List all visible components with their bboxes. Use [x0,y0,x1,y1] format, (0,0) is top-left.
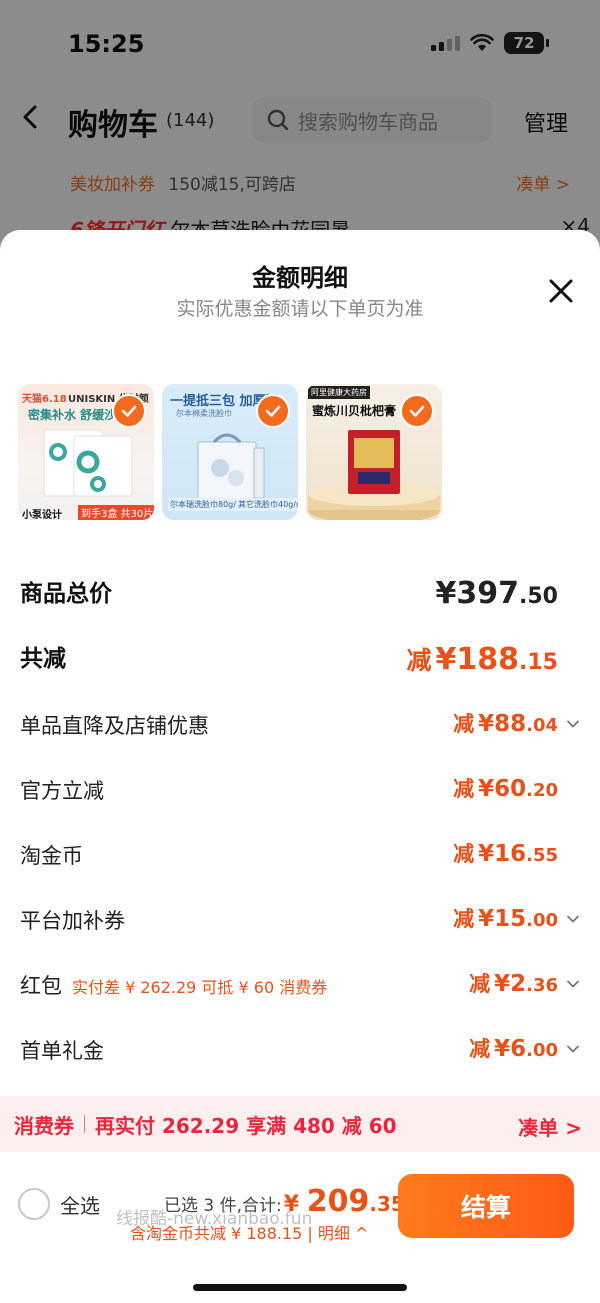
detail-label: 官方立减 [20,779,104,803]
total-price-value: ¥397.50 [436,576,558,611]
detail-cents: .00 [526,1040,558,1061]
detail-prefix: 减 [453,777,475,801]
detail-label: 红包 实付差 ¥ 262.29 可抵 ¥ 60 消费券 [20,970,327,1000]
total-symbol: ¥ [283,1192,300,1217]
detail-cents: .00 [526,910,558,931]
detail-value: 减 ¥16.55 [453,838,558,868]
detail-label: 平台加补券 [20,909,125,933]
detail-cents: .20 [526,780,558,801]
detail-value: 减 ¥2.36 [469,968,580,998]
thumb-text: 天猫6.18 [22,394,67,405]
product-thumbnail[interactable]: 阿里健康大药房 蜜炼川贝枇杷膏 [306,384,442,520]
voucher-text: 再实付 262.29 享满 480 减 60 [95,1113,397,1138]
close-icon [549,279,573,303]
selected-check-icon[interactable] [112,394,146,428]
home-indicator [193,1284,407,1291]
selected-check-icon[interactable] [256,394,290,428]
total-amount: ¥ 209.35 [284,1184,405,1219]
detail-prefix: 减 [453,907,475,931]
add-on-link[interactable]: 凑单 > [518,1112,582,1141]
sheet-subtitle: 实际优惠金额请以下单页为准 [176,298,424,320]
dim-overlay[interactable] [0,0,600,260]
product-image [197,433,265,500]
thumb-text: 尔本棉柔洗脸巾 [176,409,232,418]
thumb-text: 蜜炼川贝枇杷膏 [312,404,397,418]
detail-int: ¥2 [494,971,527,997]
detail-row-red-packet[interactable]: 红包 实付差 ¥ 262.29 可抵 ¥ 60 消费券 减 ¥2.36 [20,964,580,1004]
detail-prefix: 减 [453,712,475,736]
detail-int: ¥6 [494,1036,527,1062]
close-button[interactable] [546,276,576,306]
detail-value: 减 ¥6.00 [469,1033,580,1063]
selected-count: 已选 3 件, [164,1196,243,1216]
detail-int: ¥16 [478,841,527,867]
detail-int: ¥88 [478,711,527,737]
cart-page-background: 15:25 72 购物车 (144) 搜索购物车商品 管理 美妆加补券 150减… [0,0,600,260]
detail-row-single-discount[interactable]: 单品直降及店铺优惠 减 ¥88.04 [20,704,580,744]
detail-toggle[interactable]: 含淘金币共减 ¥ 188.15 | 明细 ^ [130,1220,368,1244]
select-all-radio[interactable] [18,1188,50,1220]
detail-cents: .04 [526,715,558,736]
discount-int: ¥188 [435,642,520,677]
select-all-label: 全选 [60,1193,100,1218]
thumb-text: 密集补水 舒缓沙 [28,408,117,422]
detail-label: 首单礼金 [20,1039,104,1063]
checkout-button[interactable]: 结算 [398,1174,574,1238]
thumb-badge: 到手3盒 共30片 [78,505,154,520]
red-packet-note: 实付差 ¥ 262.29 可抵 ¥ 60 消费券 [72,978,328,997]
chevron-down-icon [567,720,579,728]
select-all-toggle[interactable]: 全选 [18,1188,100,1220]
product-image [308,430,440,520]
voucher-bar[interactable]: 消费券 再实付 262.29 享满 480 减 60 凑单 > [0,1096,600,1152]
sheet-title: 金额明细 [252,264,348,292]
detail-row-platform-coupon[interactable]: 平台加补券 减 ¥15.00 [20,899,580,939]
checkout-bar: 全选 线报酷-new.xianbao.fun 已选 3 件, 合计: ¥ 209… [0,1154,600,1303]
total-price-int: ¥397 [435,576,520,611]
detail-cents: .55 [526,845,558,866]
detail-label: 单品直降及店铺优惠 [20,714,209,738]
thumb-footer: 小泵设计 [22,510,62,520]
total-discount-value: 减 ¥188.15 [407,641,559,677]
detail-prefix: 减 [453,842,475,866]
product-thumbnail[interactable]: 天猫6.18 UNISKIN 优时颜 密集补水 舒缓沙 小泵设计 到手3盒 共3… [18,384,154,520]
total-int: 209 [306,1184,370,1219]
chevron-down-icon [567,980,579,988]
chevron-down-icon [567,915,579,923]
amount-detail-sheet: 金额明细 实际优惠金额请以下单页为准 天猫6.18 UNISKIN 优时颜 密集… [0,230,600,1303]
detail-row-first-order-gift[interactable]: 首单礼金 减 ¥6.00 [20,1029,580,1069]
total-discount-row: 共减 减 ¥188.15 [20,637,580,677]
sum-line: 已选 3 件, 合计: ¥ 209.35 [164,1184,405,1219]
detail-value: 减 ¥60.20 [453,773,558,803]
detail-prefix: 减 [469,972,491,996]
detail-label: 淘金币 [20,844,83,868]
total-price-row: 商品总价 ¥397.50 [20,572,580,612]
product-thumbnails: 天猫6.18 UNISKIN 优时颜 密集补水 舒缓沙 小泵设计 到手3盒 共3… [18,384,442,520]
total-discount-label: 共减 [20,646,66,672]
product-image [43,429,133,497]
thumb-footer: 其它洗脸巾40g/m² [236,498,298,511]
divider [84,1115,85,1133]
detail-row-taojinbi: 淘金币 减 ¥16.55 [20,834,580,874]
selected-check-icon[interactable] [400,394,434,428]
detail-cents: .36 [526,975,558,996]
detail-row-official-discount: 官方立减 减 ¥60.20 [20,769,580,809]
detail-int: ¥60 [478,776,527,802]
discount-cents: .15 [519,650,558,675]
detail-value: 减 ¥15.00 [453,903,580,933]
thumb-text: 阿里健康大药房 [308,386,370,399]
detail-label-text: 红包 [20,974,62,998]
total-price-cents: .50 [519,584,558,609]
detail-int: ¥15 [478,906,527,932]
total-label: 合计: [242,1196,282,1216]
chevron-down-icon [567,1045,579,1053]
detail-prefix: 减 [469,1037,491,1061]
total-price-label: 商品总价 [20,581,112,607]
voucher-tag: 消费券 [14,1113,74,1138]
product-thumbnail[interactable]: 一提抵三包 加厚更 尔本棉柔洗脸巾 尔本瑞洗脸巾80g/m² 其它洗脸巾40g/… [162,384,298,520]
discount-prefix: 减 [406,646,432,675]
detail-value: 减 ¥88.04 [453,708,580,738]
